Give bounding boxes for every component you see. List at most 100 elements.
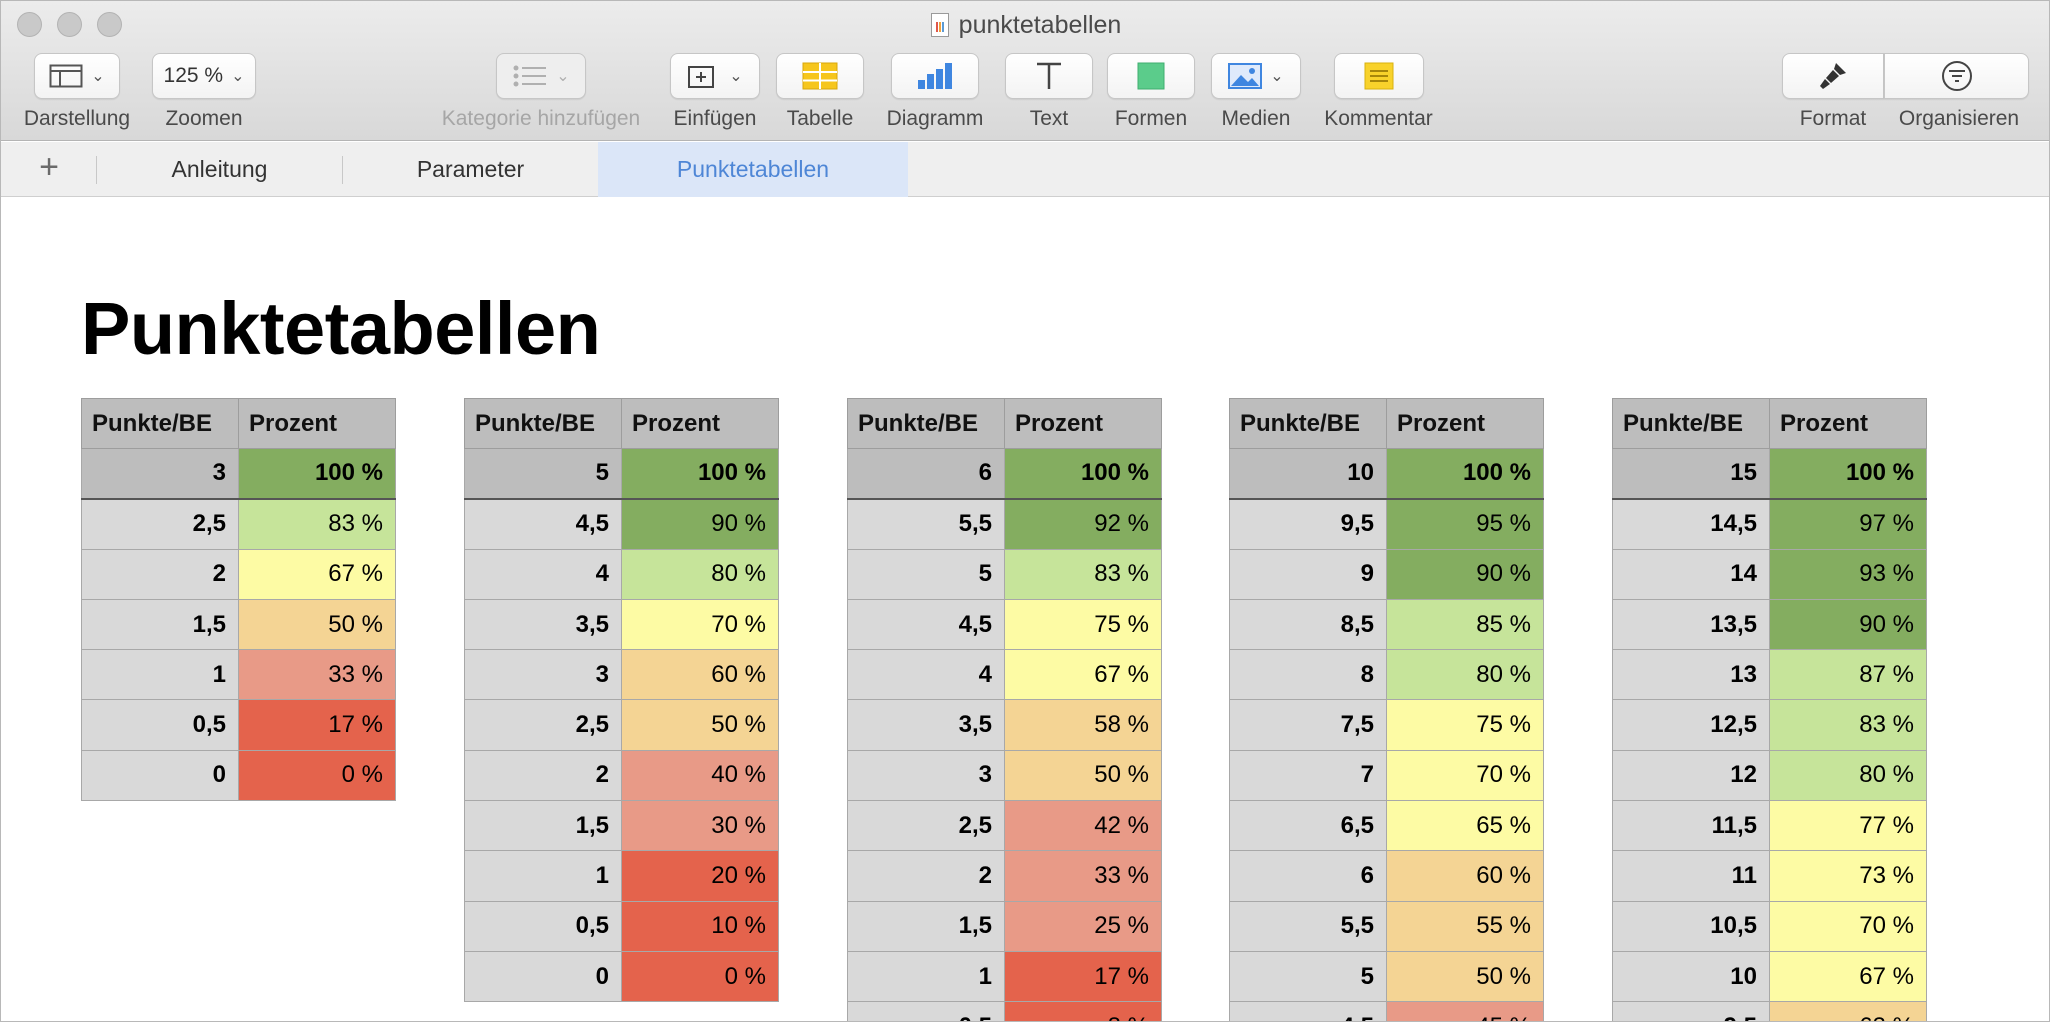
points-table[interactable]: Punkte/BE Prozent 6 100 % 5,5 92 % 5 83 % 4,5 75 … [847, 398, 1162, 1021]
points-cell[interactable]: 13,5 [1612, 598, 1770, 651]
shape-tool[interactable]: Formen [1106, 53, 1196, 131]
percent-cell[interactable]: 8 % [1004, 1001, 1162, 1021]
percent-cell[interactable]: 50 % [621, 699, 779, 751]
points-cell[interactable]: 4 [464, 548, 622, 600]
points-cell[interactable]: 10 [1612, 950, 1770, 1003]
percent-cell[interactable]: 95 % [1386, 498, 1544, 550]
points-cell[interactable]: 14 [1612, 548, 1770, 600]
percent-cell[interactable]: 100 % [1386, 447, 1544, 500]
view-tool[interactable]: ⌄ Darstellung [17, 53, 137, 131]
points-cell[interactable]: 2,5 [81, 498, 239, 550]
percent-cell[interactable]: 17 % [238, 699, 396, 751]
percent-cell[interactable]: 100 % [238, 447, 396, 500]
points-cell[interactable]: 4,5 [464, 498, 622, 550]
percent-cell[interactable]: 42 % [1004, 800, 1162, 852]
tab-anleitung[interactable]: Anleitung [97, 142, 342, 197]
header-punkte[interactable]: Punkte/BE [464, 398, 622, 449]
percent-cell[interactable]: 92 % [1004, 498, 1162, 550]
header-prozent[interactable]: Prozent [621, 398, 779, 449]
insert-button[interactable]: ⌄ [670, 53, 760, 99]
header-prozent[interactable]: Prozent [238, 398, 396, 449]
points-cell[interactable]: 5 [464, 447, 622, 500]
tab-parameter[interactable]: Parameter [343, 142, 598, 197]
points-cell[interactable]: 0 [464, 950, 622, 1003]
percent-cell[interactable]: 33 % [1004, 850, 1162, 902]
header-prozent[interactable]: Prozent [1769, 398, 1927, 449]
percent-cell[interactable]: 70 % [1769, 900, 1927, 952]
percent-cell[interactable]: 100 % [621, 447, 779, 500]
percent-cell[interactable]: 55 % [1386, 900, 1544, 952]
points-cell[interactable]: 1,5 [81, 598, 239, 651]
points-cell[interactable]: 0,5 [847, 1001, 1005, 1021]
points-cell[interactable]: 9 [1229, 548, 1387, 600]
points-cell[interactable]: 1 [81, 649, 239, 701]
percent-cell[interactable]: 67 % [1769, 950, 1927, 1003]
percent-cell[interactable]: 87 % [1769, 649, 1927, 701]
organize-button[interactable] [1884, 53, 2029, 99]
percent-cell[interactable]: 100 % [1004, 447, 1162, 500]
percent-cell[interactable]: 83 % [1769, 699, 1927, 751]
format-button[interactable] [1782, 53, 1884, 99]
percent-cell[interactable]: 100 % [1769, 447, 1927, 500]
percent-cell[interactable]: 73 % [1769, 850, 1927, 902]
points-cell[interactable]: 5,5 [1229, 900, 1387, 952]
zoom-tool[interactable]: 125 % ⌄ Zoomen [149, 53, 259, 131]
points-cell[interactable]: 5 [847, 548, 1005, 600]
points-cell[interactable]: 3,5 [847, 699, 1005, 751]
percent-cell[interactable]: 0 % [238, 749, 396, 802]
percent-cell[interactable]: 97 % [1769, 498, 1927, 550]
points-cell[interactable]: 10,5 [1612, 900, 1770, 952]
add-sheet-button[interactable]: + [31, 150, 67, 186]
percent-cell[interactable]: 70 % [1386, 749, 1544, 802]
points-cell[interactable]: 0,5 [464, 900, 622, 952]
points-cell[interactable]: 1,5 [847, 900, 1005, 952]
points-cell[interactable]: 2,5 [847, 800, 1005, 852]
percent-cell[interactable]: 67 % [1004, 649, 1162, 701]
table-button[interactable] [776, 53, 864, 99]
percent-cell[interactable]: 83 % [238, 498, 396, 550]
points-cell[interactable]: 5 [1229, 950, 1387, 1003]
add-category-tool[interactable]: ⌄ Kategorie hinzufügen [421, 53, 661, 131]
percent-cell[interactable]: 90 % [1769, 598, 1927, 651]
percent-cell[interactable]: 70 % [621, 598, 779, 651]
format-tool[interactable]: Format [1780, 53, 1886, 131]
add-category-button[interactable]: ⌄ [496, 53, 586, 99]
percent-cell[interactable]: 93 % [1769, 548, 1927, 600]
points-cell[interactable]: 3 [464, 649, 622, 701]
percent-cell[interactable]: 20 % [621, 850, 779, 902]
percent-cell[interactable]: 40 % [621, 749, 779, 802]
points-cell[interactable]: 2 [847, 850, 1005, 902]
header-punkte[interactable]: Punkte/BE [81, 398, 239, 449]
points-cell[interactable]: 0,5 [81, 699, 239, 751]
points-cell[interactable]: 3,5 [464, 598, 622, 651]
percent-cell[interactable]: 50 % [1004, 749, 1162, 802]
organize-tool[interactable]: Organisieren [1884, 53, 2034, 131]
zoom-select[interactable]: 125 % ⌄ [152, 53, 256, 99]
percent-cell[interactable]: 60 % [1386, 850, 1544, 902]
points-cell[interactable]: 12 [1612, 749, 1770, 802]
percent-cell[interactable]: 60 % [621, 649, 779, 701]
points-cell[interactable]: 2,5 [464, 699, 622, 751]
percent-cell[interactable]: 90 % [1386, 548, 1544, 600]
text-tool[interactable]: Text [1004, 53, 1094, 131]
percent-cell[interactable]: 90 % [621, 498, 779, 550]
media-tool[interactable]: ⌄ Medien [1211, 53, 1301, 131]
percent-cell[interactable]: 80 % [1769, 749, 1927, 802]
percent-cell[interactable]: 50 % [1386, 950, 1544, 1003]
points-cell[interactable]: 4,5 [847, 598, 1005, 651]
points-cell[interactable]: 14,5 [1612, 498, 1770, 550]
media-button[interactable]: ⌄ [1211, 53, 1301, 99]
shape-button[interactable] [1107, 53, 1195, 99]
points-cell[interactable]: 8,5 [1229, 598, 1387, 651]
points-cell[interactable]: 6 [1229, 850, 1387, 902]
points-cell[interactable]: 11,5 [1612, 800, 1770, 852]
insert-tool[interactable]: ⌄ Einfügen [665, 53, 765, 131]
points-cell[interactable]: 7 [1229, 749, 1387, 802]
percent-cell[interactable]: 25 % [1004, 900, 1162, 952]
percent-cell[interactable]: 33 % [238, 649, 396, 701]
points-cell[interactable]: 4,5 [1229, 1001, 1387, 1021]
points-cell[interactable]: 10 [1229, 447, 1387, 500]
points-cell[interactable]: 1 [464, 850, 622, 902]
comment-button[interactable] [1333, 53, 1424, 99]
points-cell[interactable]: 3 [81, 447, 239, 500]
